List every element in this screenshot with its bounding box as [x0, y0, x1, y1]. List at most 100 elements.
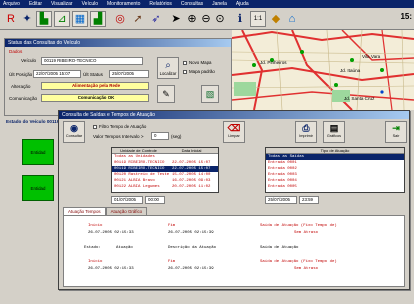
- detail-text: 26-07-2005 02:15:39: [168, 267, 214, 271]
- graficos-label: Gráficos: [326, 134, 342, 138]
- status-tile[interactable]: Entidad: [22, 139, 54, 165]
- default-map-label: Mapa padrão: [189, 69, 215, 74]
- detail-text: Sem Atraso: [294, 231, 319, 235]
- clock: 15:: [400, 12, 412, 21]
- detail-text: Início: [88, 260, 103, 264]
- menu-item[interactable]: Veículo: [82, 1, 98, 7]
- interval-unit: (seg): [171, 134, 182, 139]
- application-window: Arquivo Editar Visualizar Veículo Monitorame…: [0, 0, 414, 304]
- locate-button-label: Localizar: [159, 71, 177, 76]
- comunicacao-field: Comunicação OK: [41, 94, 149, 102]
- vehicle-select[interactable]: 00119 RIBEIRO-TECNICO: [41, 57, 143, 65]
- record-icon[interactable]: R: [3, 11, 19, 27]
- arrow-icon[interactable]: ➚: [130, 11, 146, 27]
- vehicle-status-window: Status das Consultas do Veículo Dados Ve…: [4, 38, 232, 116]
- image-icon[interactable]: ▦: [72, 11, 88, 27]
- lock-icon[interactable]: ◆: [268, 11, 284, 27]
- locate-button[interactable]: ⌕ Localizar: [157, 57, 179, 79]
- satellite-icon[interactable]: ✦: [19, 11, 35, 27]
- time-from-input[interactable]: 00:00: [145, 196, 165, 204]
- detail-text: Fim: [168, 224, 176, 228]
- imprimir-button[interactable]: ⎙ Imprimir: [295, 121, 317, 143]
- compass-icon[interactable]: ◎: [112, 11, 128, 27]
- menu-item[interactable]: Janela: [212, 1, 227, 7]
- exit-icon: ⇥: [392, 123, 400, 133]
- map-label: Vila Vara: [362, 54, 381, 59]
- wrench-icon: ✎: [162, 88, 170, 99]
- tools-button[interactable]: ✎: [157, 85, 175, 103]
- column-header: Unidade de Controle: [120, 148, 157, 153]
- column-header: Data Inicial: [181, 148, 202, 153]
- status-tile[interactable]: Entidad: [22, 175, 54, 201]
- detail-text: Saída de Atuação (Fixo Tempo de): [260, 260, 337, 264]
- limpar-label: Limpar: [228, 134, 240, 138]
- sair-button[interactable]: ⇥ Sair: [385, 121, 407, 143]
- map-label: Jd. Santa Cruz: [344, 96, 375, 101]
- car-icon[interactable]: ▟: [90, 11, 106, 27]
- menu-item[interactable]: Ajuda: [236, 1, 249, 7]
- detail-text: 26-07-2005 02:15:33: [88, 231, 134, 235]
- zoom-area-icon[interactable]: ⊙: [212, 11, 228, 27]
- detail-text: Atuação: [116, 246, 133, 250]
- truck-icon[interactable]: ▙: [36, 11, 52, 27]
- tab-strip: Atuação Tempos Atuação Gráfico: [63, 207, 148, 215]
- menu-item[interactable]: Visualizar: [51, 1, 73, 7]
- menu-item[interactable]: Monitoramento: [107, 1, 140, 7]
- consultar-label: Consultar: [65, 134, 83, 138]
- new-map-checkbox[interactable]: Novo Mapa: [183, 60, 211, 65]
- detail-text: Estado:: [84, 246, 101, 250]
- filter-checkbox[interactable]: Filtro Tempo de Atuação: [93, 124, 146, 129]
- section-label: Dados: [9, 49, 23, 54]
- last-status-label: Últ Status: [83, 72, 103, 77]
- query-dialog: Consulta de Saídas e Tempos de Atuação ◉…: [58, 110, 410, 290]
- detail-text: Saída de Atuação (Fixo Tempo de): [260, 224, 337, 228]
- detail-text: 26-07-2005 02:15:39: [168, 231, 214, 235]
- menu-item[interactable]: Editar: [29, 1, 42, 7]
- checkbox-box: [183, 60, 187, 65]
- unit-list[interactable]: Unidade de Controle Data Inicial Todas a…: [111, 147, 219, 193]
- comunicacao-label: Comunicação: [9, 96, 38, 101]
- info-icon[interactable]: ℹ: [232, 11, 248, 27]
- menu-bar: Arquivo Editar Visualizar Veículo Monitorame…: [0, 0, 414, 8]
- new-map-label: Novo Mapa: [189, 60, 212, 65]
- graficos-button[interactable]: ▤ Gráficos: [323, 121, 345, 143]
- last-position-label: Últ Posição: [9, 72, 33, 77]
- default-map-checkbox[interactable]: Mapa padrão: [183, 69, 215, 74]
- map-view[interactable]: Jd. Pinheiros Jd. Itaúna Vila Vara Jd. S…: [232, 30, 414, 110]
- alteracao-label: Alteração: [11, 84, 31, 89]
- checkbox-box: [183, 69, 187, 74]
- last-status-field: 25/07/2005: [109, 70, 149, 78]
- detail-text: 26-07-2005 02:15:33: [88, 267, 134, 271]
- chart-icon: ▤: [329, 123, 339, 133]
- tools-icon[interactable]: ⌂: [284, 11, 300, 27]
- actuation-list[interactable]: Tipo de Atuação Todas as Saídas Entrada …: [265, 147, 405, 193]
- map-button[interactable]: ▧: [201, 85, 219, 103]
- antenna-icon[interactable]: ⊿: [54, 11, 70, 27]
- detail-text: Início: [88, 224, 103, 228]
- interval-label: Valor Tempos Intervalo >: [93, 134, 144, 139]
- sair-label: Sair: [392, 134, 400, 138]
- consultar-button[interactable]: ◉ Consultar: [63, 121, 85, 143]
- map-label: Jd. Itaúna: [340, 68, 361, 73]
- dialog-title: Consulta de Saídas e Tempos de Atuação: [59, 111, 409, 119]
- list-item[interactable]: Entrada 0005: [266, 184, 404, 190]
- tab-atuacao-grafico[interactable]: Atuação Gráfico: [105, 207, 148, 215]
- menu-item[interactable]: Relatórios: [149, 1, 172, 7]
- time-to-input[interactable]: 23:59: [299, 196, 319, 204]
- list-item[interactable]: 00122 ALBIA Legumes 20-07-2005 11:02: [112, 184, 218, 190]
- menu-item[interactable]: Arquivo: [3, 1, 20, 7]
- tab-atuacao-tempos[interactable]: Atuação Tempos: [63, 207, 106, 215]
- pointer-icon[interactable]: ➤: [168, 11, 184, 27]
- limpar-button[interactable]: ⌫ Limpar: [223, 121, 245, 143]
- map-label: Jd. Pinheiros: [260, 60, 287, 65]
- date-from-input[interactable]: 01/07/2005: [111, 196, 143, 204]
- routing-icon[interactable]: ➶: [148, 11, 164, 27]
- interval-input[interactable]: 0: [151, 132, 169, 140]
- date-to-input[interactable]: 25/07/2005: [265, 196, 297, 204]
- menu-item[interactable]: Consultas: [181, 1, 203, 7]
- filter-label: Filtro Tempo de Atuação: [99, 124, 147, 129]
- scale-icon[interactable]: 1:1: [250, 11, 266, 27]
- vehicle-label: Veículo: [21, 58, 37, 63]
- last-position-field: 22/07/2005 15:07: [33, 70, 81, 78]
- column-header: Tipo de Atuação: [320, 148, 350, 153]
